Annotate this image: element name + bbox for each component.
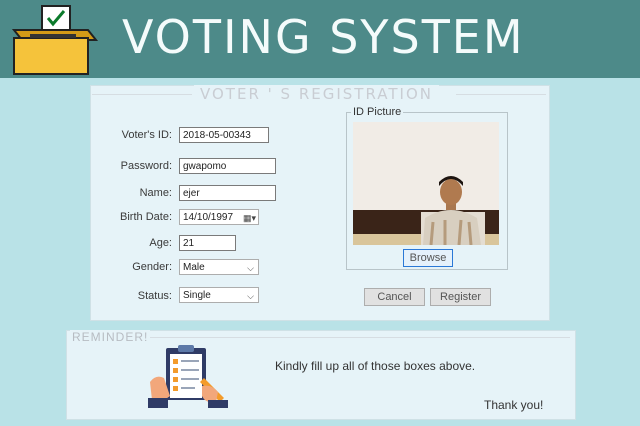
birth-date-value: 14/10/1997 [183, 212, 234, 223]
birth-date-picker[interactable]: 14/10/1997 ▦▾ [179, 209, 259, 225]
password-field[interactable]: gwapomo [179, 158, 276, 174]
ballot-box-check-icon [11, 5, 99, 75]
name-label: Name: [139, 187, 172, 199]
calendar-icon[interactable]: ▦▾ [243, 212, 256, 225]
status-select[interactable]: Single ⌵ [179, 287, 259, 303]
voter-id-field[interactable]: 2018-05-00343 [179, 127, 269, 143]
age-field[interactable]: 21 [179, 235, 236, 251]
age-label: Age: [149, 237, 172, 249]
voter-photo-image [353, 122, 499, 245]
gender-label: Gender: [132, 261, 172, 273]
app-title: VOTING SYSTEM [122, 10, 525, 64]
registration-legend: VOTER ' S REGISTRATION [194, 85, 439, 103]
chevron-down-icon: ⌵ [247, 291, 254, 301]
reminder-message: Kindly fill up all of those boxes above. [275, 359, 476, 373]
legend-rule-left [92, 94, 192, 95]
gender-value: Male [183, 262, 205, 273]
password-label: Password: [120, 160, 172, 172]
browse-button[interactable]: Browse [403, 249, 453, 267]
status-value: Single [183, 290, 211, 301]
chevron-down-icon: ⌵ [247, 263, 254, 273]
register-button[interactable]: Register [430, 288, 491, 306]
cancel-button[interactable]: Cancel [364, 288, 425, 306]
birth-date-label: Birth Date: [120, 211, 172, 223]
legend-rule-right [456, 94, 546, 95]
gender-select[interactable]: Male ⌵ [179, 259, 259, 275]
voter-id-label: Voter's ID: [121, 129, 172, 141]
id-photo [353, 122, 499, 245]
name-field[interactable]: ejer [179, 185, 276, 201]
reminder-legend-rule [150, 337, 570, 338]
reminder-legend: REMINDER! [70, 330, 151, 344]
reminder-thanks: Thank you! [484, 398, 544, 412]
clipboard-checklist-icon [148, 345, 228, 408]
app-header: VOTING SYSTEM [0, 0, 640, 78]
id-picture-legend: ID Picture [351, 106, 404, 118]
status-label: Status: [137, 290, 172, 302]
